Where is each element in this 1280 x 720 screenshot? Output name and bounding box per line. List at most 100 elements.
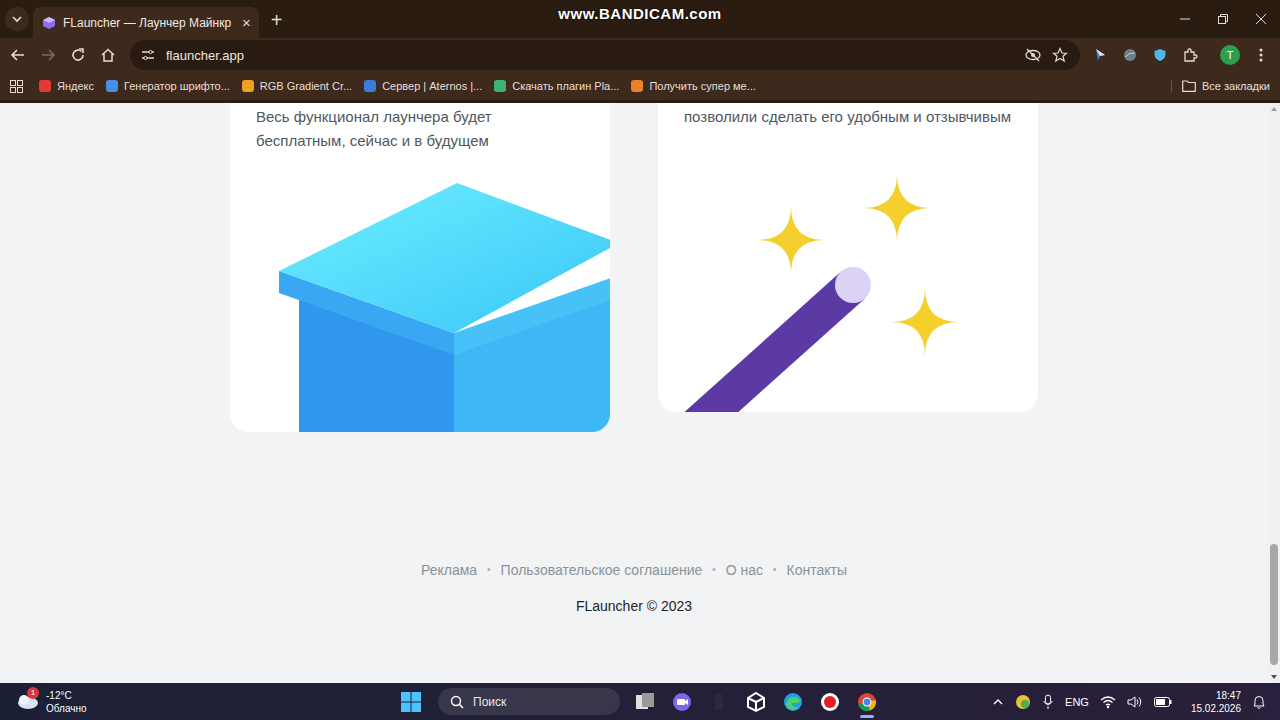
tab-close-button[interactable]: × <box>238 14 251 31</box>
browser-tab[interactable]: FLauncher — Лаунчер Майнкр × <box>33 7 259 38</box>
bandicam-icon <box>819 691 841 713</box>
window-controls <box>1166 0 1280 38</box>
chevron-down-icon <box>11 13 23 25</box>
taskbar-app[interactable] <box>744 685 768 719</box>
windows-start-icon[interactable] <box>401 692 421 712</box>
edge-icon <box>782 691 804 713</box>
taskbar-app[interactable] <box>855 685 879 719</box>
cursor-extension-icon <box>1093 48 1107 62</box>
input-language[interactable]: ENG <box>1065 696 1089 708</box>
scroll-up-icon[interactable] <box>1268 103 1280 115</box>
title-bar: FLauncher — Лаунчер Майнкр × +www.BANDICAM… <box>0 0 1280 38</box>
all-bookmarks-button[interactable]: Все закладки <box>1171 80 1270 92</box>
home-button[interactable] <box>93 40 123 70</box>
scroll-thumb[interactable] <box>1270 544 1278 665</box>
date: 15.02.2026 <box>1191 702 1241 715</box>
bookmark-item[interactable]: Скачать плагин Pla... <box>494 80 619 92</box>
url-text: flauncher.app <box>166 48 244 63</box>
screen: FLauncher — Лаунчер Майнкр × +www.BANDICAM… <box>0 0 1280 720</box>
flauncher-favicon-icon <box>42 16 56 30</box>
bookmark-favicon-icon <box>494 80 506 92</box>
time: 18:47 <box>1216 689 1241 702</box>
reload-icon <box>70 47 86 63</box>
bookmark-favicon-icon <box>39 80 51 92</box>
puzzle-icon <box>1182 47 1198 63</box>
taskbar-app[interactable] <box>707 685 731 719</box>
search-placeholder: Поиск <box>473 695 506 709</box>
eye-slash-icon[interactable] <box>1024 47 1042 63</box>
shield-extension-icon <box>1153 48 1167 62</box>
kebab-menu-icon <box>1259 47 1263 63</box>
running-indicator <box>679 715 685 718</box>
chat-icon <box>671 691 693 713</box>
bookmark-item[interactable]: Получить супер ме... <box>631 80 756 92</box>
footer-link[interactable]: Контакты <box>787 560 847 580</box>
browser-menu-button[interactable] <box>1246 40 1276 70</box>
copyright: FLauncher © 2023 <box>576 596 692 616</box>
globe-extension-icon <box>1123 48 1137 62</box>
minimize-button[interactable] <box>1166 0 1204 38</box>
microphone-icon[interactable] <box>1042 694 1054 710</box>
taskbar-app[interactable] <box>781 685 805 719</box>
apps-grid-icon[interactable] <box>10 80 23 93</box>
extensions-menu-button[interactable] <box>1175 40 1205 70</box>
link-separator: • <box>712 560 716 580</box>
notification-bell-icon[interactable] <box>1252 694 1266 710</box>
search-icon <box>450 695 464 709</box>
recording-watermark: www.BANDICAM.com <box>0 5 1280 22</box>
arrow-left-icon <box>10 47 26 63</box>
taskbar-search[interactable]: Поиск <box>438 688 620 715</box>
bookmark-favicon-icon <box>631 80 643 92</box>
new-tab-button[interactable]: + <box>271 8 283 32</box>
scrollbar[interactable] <box>1268 103 1280 683</box>
bookmark-favicon-icon <box>106 80 118 92</box>
scroll-track <box>1268 115 1280 671</box>
bookmark-item[interactable]: Генератор шрифто... <box>106 80 230 92</box>
extension-button[interactable] <box>1145 40 1175 70</box>
taskbar-app[interactable] <box>818 685 842 719</box>
bookmark-label: Сервер | Aternos |... <box>382 80 482 92</box>
arrow-right-icon <box>40 47 56 63</box>
link-separator: • <box>773 560 777 580</box>
footer-link[interactable]: Пользовательское соглашение <box>501 560 703 580</box>
close-window-button[interactable] <box>1242 0 1280 38</box>
battery-icon[interactable] <box>1154 696 1172 708</box>
feature-cards: Весь функционал лаунчера будет бесплатны… <box>230 103 1038 432</box>
volume-icon[interactable] <box>1127 695 1143 709</box>
card-text: Весь функционал лаунчера будет бесплатны… <box>230 103 610 153</box>
restore-button[interactable] <box>1204 0 1242 38</box>
bookmark-item[interactable]: Яндекс <box>39 80 94 92</box>
footer-link[interactable]: Реклама <box>421 560 477 580</box>
forward-button[interactable] <box>33 40 63 70</box>
taskbar-app[interactable] <box>670 685 694 719</box>
extension-button[interactable] <box>1085 40 1115 70</box>
restore-icon <box>1218 14 1228 24</box>
weather-widget[interactable]: 1-12°CОблачно <box>0 689 401 715</box>
task-view-icon <box>634 691 656 713</box>
link-separator: • <box>487 560 491 580</box>
bookmark-item[interactable]: RGB Gradient Cr... <box>242 80 352 92</box>
tab-title: FLauncher — Лаунчер Майнкр <box>63 16 231 30</box>
running-indicator <box>790 715 796 718</box>
scroll-down-icon[interactable] <box>1268 671 1280 683</box>
footer-links: Реклама • Пользовательское соглашение • О на… <box>421 560 847 580</box>
extension-button[interactable] <box>1115 40 1145 70</box>
bookmark-star-icon[interactable] <box>1052 47 1068 63</box>
bookmark-item[interactable]: Сервер | Aternos |... <box>364 80 482 92</box>
feature-card: Весь функционал лаунчера будет бесплатны… <box>230 103 610 432</box>
tab-search-button[interactable] <box>5 7 29 31</box>
profile-avatar[interactable]: T <box>1220 45 1240 65</box>
running-indicator <box>860 715 874 718</box>
tray-app-icon[interactable] <box>1015 694 1031 710</box>
clock[interactable]: 18:4715.02.2026 <box>1191 689 1241 715</box>
taskbar-app[interactable] <box>633 685 657 719</box>
address-bar[interactable]: flauncher.app <box>130 40 1080 70</box>
page-viewport: Весь функционал лаунчера будет бесплатны… <box>0 103 1280 683</box>
all-bookmarks-label: Все закладки <box>1202 80 1270 92</box>
reload-button[interactable] <box>63 40 93 70</box>
bookmark-label: Скачать плагин Pla... <box>512 80 619 92</box>
footer-link[interactable]: О нас <box>726 560 763 580</box>
wifi-icon[interactable] <box>1100 695 1116 709</box>
chevron-up-icon[interactable] <box>992 696 1004 708</box>
back-button[interactable] <box>3 40 33 70</box>
